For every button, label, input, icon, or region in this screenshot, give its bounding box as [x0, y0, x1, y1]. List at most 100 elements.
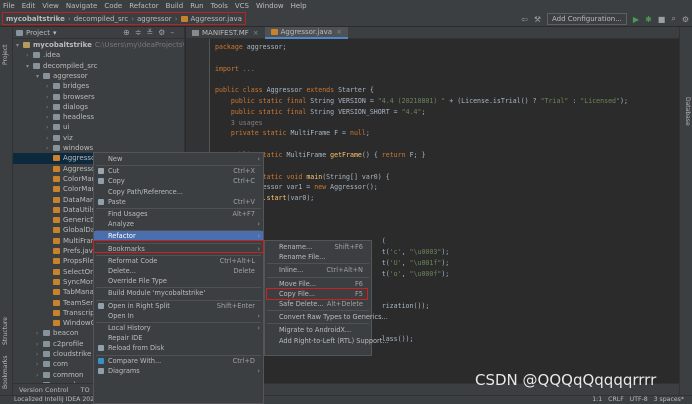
tab-manifest[interactable]: MANIFEST.MF ×	[186, 27, 265, 39]
settings-icon[interactable]: ⚙	[682, 15, 689, 24]
tool-window-structure[interactable]: Structure	[2, 317, 9, 345]
menu-item-diagrams[interactable]: Diagrams ›	[94, 366, 263, 376]
debug-icon[interactable]: ✱	[645, 15, 652, 24]
tree-item[interactable]: › browsers	[13, 92, 184, 102]
menu-code[interactable]: Code	[104, 2, 122, 10]
run-icon[interactable]: ▶	[633, 15, 639, 24]
breadcrumb-project[interactable]: mycobaltstrike	[6, 15, 65, 23]
menu-edit[interactable]: Edit	[22, 2, 36, 10]
menu-item-migrate-to-androidx[interactable]: Migrate to AndroidX...	[265, 325, 371, 335]
locate-icon[interactable]: ⊕	[123, 28, 135, 37]
menu-item-build-module-mycobaltstrike[interactable]: Build Module 'mycobaltstrike'	[94, 288, 263, 298]
tree-item[interactable]: › dialogs	[13, 102, 184, 112]
menu-item-copy-path-reference[interactable]: Copy Path/Reference...	[94, 187, 263, 197]
version-control-tool[interactable]: Version Control	[19, 386, 68, 394]
todo-tool[interactable]: TO	[80, 386, 89, 394]
menu-item-shortcut: Alt+F7	[232, 210, 255, 218]
menu-item-safe-delete[interactable]: Safe Delete... Alt+Delete	[265, 299, 371, 309]
tree-item[interactable]: › ui	[13, 122, 184, 132]
close-icon[interactable]: ×	[336, 26, 342, 38]
hammer-icon[interactable]: ⚒	[534, 15, 541, 24]
submenu-arrow-icon: ›	[257, 220, 260, 229]
menu-item-rename-file[interactable]: Rename File...	[265, 252, 371, 262]
code-token: String VERSION =	[310, 97, 378, 105]
java-class-icon	[53, 258, 60, 265]
tool-window-project[interactable]: Project	[2, 44, 9, 65]
stop-icon[interactable]: ■	[658, 15, 666, 24]
code-token: ,	[401, 269, 410, 278]
breadcrumb-file[interactable]: Aggressor.java	[191, 15, 242, 23]
tree-item[interactable]: › .idea	[13, 50, 184, 60]
menu-item-inline[interactable]: Inline... Ctrl+Alt+N	[265, 265, 371, 275]
menu-item-repair-ide[interactable]: Repair IDE	[94, 333, 263, 343]
menu-item-copy[interactable]: Copy Ctrl+C	[94, 176, 263, 186]
tree-item[interactable]: › viz	[13, 133, 184, 143]
tab-aggressor-java[interactable]: Aggressor.java ×	[264, 26, 348, 39]
java-class-icon	[53, 278, 60, 285]
expand-icon[interactable]: ≚	[146, 28, 158, 37]
breadcrumb-item[interactable]: decompiled_src	[74, 15, 129, 23]
breadcrumb-item[interactable]: aggressor	[137, 15, 172, 23]
navigation-bar: mycobaltstrike › decompiled_src › aggres…	[0, 11, 692, 27]
tool-window-database[interactable]: Database	[684, 97, 691, 126]
collapse-icon[interactable]: ≑	[135, 28, 147, 37]
tree-item[interactable]: › headless	[13, 112, 184, 122]
submenu-arrow-icon: ›	[257, 311, 260, 320]
hide-icon[interactable]: –	[170, 28, 179, 37]
menu-item-local-history[interactable]: Local History ›	[94, 323, 263, 333]
code-token: "\u000f"	[409, 269, 442, 278]
menu-item-analyze[interactable]: Analyze ›	[94, 219, 263, 229]
tool-window-bookmarks[interactable]: Bookmarks	[2, 355, 9, 389]
menu-navigate[interactable]: Navigate	[66, 2, 97, 10]
indent-setting[interactable]: 3 spaces*	[654, 396, 684, 403]
menu-tools[interactable]: Tools	[211, 2, 228, 10]
folder-icon	[43, 340, 50, 347]
caret-position[interactable]: 1:1	[592, 396, 602, 403]
menu-item-reformat-code[interactable]: Reformat Code Ctrl+Alt+L	[94, 256, 263, 266]
menu-vcs[interactable]: VCS	[235, 2, 249, 10]
project-panel-title[interactable]: Project	[26, 29, 50, 37]
menu-item-new[interactable]: New ›	[94, 154, 263, 164]
paste-icon	[98, 198, 104, 205]
menu-item-cut[interactable]: Cut Ctrl+X	[94, 166, 263, 176]
folder-icon	[23, 42, 30, 48]
code-token: );	[441, 248, 450, 257]
java-class-icon	[53, 155, 60, 162]
search-icon[interactable]: ⌕	[671, 14, 675, 24]
tree-item[interactable]: ▾ decompiled_src	[13, 61, 184, 71]
menu-item-shortcut: Ctrl+Alt+N	[326, 266, 363, 275]
menu-item-rename[interactable]: Rename... Shift+F6	[265, 242, 371, 252]
tree-item[interactable]: ▾ mycobaltstrike C:\Users\my\IdeaProjects\…	[13, 40, 184, 50]
tree-item-label: cloudstrike	[53, 350, 92, 358]
menu-item-reload-from-disk[interactable]: Reload from Disk	[94, 343, 263, 353]
menu-item-add-right-to-left-rtl-support[interactable]: Add Right-to-Left (RTL) Support...	[265, 336, 389, 346]
menu-item-override-file-type[interactable]: Override File Type	[94, 276, 263, 286]
menu-file[interactable]: File	[3, 2, 15, 10]
file-encoding[interactable]: UTF-8	[630, 396, 648, 403]
menu-view[interactable]: View	[42, 2, 59, 10]
close-icon[interactable]: ×	[253, 27, 259, 39]
menu-build[interactable]: Build	[166, 2, 184, 10]
chevron-down-icon[interactable]: ▾	[53, 29, 57, 37]
menu-item-open-in[interactable]: Open In ›	[94, 311, 263, 321]
folder-icon	[43, 72, 50, 79]
menu-run[interactable]: Run	[190, 2, 203, 10]
back-arrow-icon[interactable]: ⇦	[521, 15, 528, 24]
status-message: Localized IntelliJ IDEA 2022	[14, 396, 99, 403]
tree-item[interactable]: ▾ aggressor	[13, 71, 184, 81]
menu-item-paste[interactable]: Paste Ctrl+V	[94, 197, 263, 207]
menu-item-delete[interactable]: Delete... Delete	[94, 266, 263, 276]
add-configuration-button[interactable]: Add Configuration...	[546, 13, 627, 25]
menu-refactor[interactable]: Refactor	[129, 2, 158, 10]
gear-icon[interactable]: ⚙	[158, 28, 170, 37]
tree-item[interactable]: › bridges	[13, 81, 184, 91]
folder-icon	[33, 62, 40, 69]
menu-item-find-usages[interactable]: Find Usages Alt+F7	[94, 209, 263, 219]
menu-item-open-in-right-split[interactable]: Open in Right Split Shift+Enter	[94, 301, 263, 311]
menu-window[interactable]: Window	[256, 2, 284, 10]
menu-item-convert-raw-types-to-generics[interactable]: Convert Raw Types to Generics...	[265, 312, 388, 322]
folder-icon	[53, 114, 60, 121]
menu-help[interactable]: Help	[291, 2, 307, 10]
line-separator[interactable]: CRLF	[608, 396, 624, 403]
menu-item-compare-with[interactable]: Compare With... Ctrl+D	[94, 356, 263, 366]
